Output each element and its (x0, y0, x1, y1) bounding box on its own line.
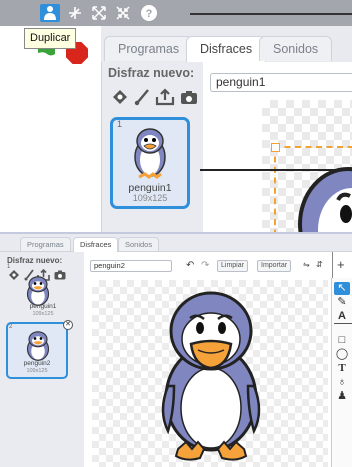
ellipse-tool-icon[interactable]: ◯ (334, 348, 350, 361)
select-tool-icon[interactable]: ↖ (334, 282, 350, 295)
penguin-art (156, 286, 266, 467)
paint-new-costume-icon[interactable] (8, 269, 20, 284)
costume-number: 1 (7, 264, 11, 270)
redo-icon[interactable]: ↷ (201, 260, 209, 271)
grow-icon[interactable] (90, 4, 108, 22)
set-center-icon[interactable]: + (337, 257, 345, 272)
pointer-line-horizontal (200, 169, 352, 171)
flip-horizontal-icon[interactable]: ⇋ (303, 260, 310, 269)
import-button[interactable]: Importar (257, 260, 292, 272)
costume-size: 109x125 (32, 311, 54, 317)
tab-costumes[interactable]: Disfraces (186, 36, 267, 63)
shrink-icon[interactable] (114, 4, 132, 22)
duplicate-icon[interactable] (40, 4, 60, 22)
tab-sounds[interactable]: Sonidos (118, 237, 160, 251)
resize-handle[interactable] (271, 143, 280, 152)
tab-sounds[interactable]: Sonidos (259, 36, 333, 61)
svg-text:?: ? (146, 8, 153, 20)
tooltip: Duplicar (24, 28, 77, 49)
paintbrush-icon[interactable] (134, 88, 150, 111)
costume-size: 109x125 (132, 193, 168, 203)
costume-number: 2 (9, 324, 13, 330)
cut-icon[interactable] (66, 4, 84, 22)
costume-name: penguin1 (29, 303, 57, 310)
tab-costumes[interactable]: Disfraces (73, 237, 119, 252)
fill-tool-icon[interactable]: ♁ (334, 376, 350, 389)
pointer-line (334, 323, 352, 324)
clear-button[interactable]: Limpiar (217, 260, 248, 272)
rectangle-tool-icon[interactable]: □ (334, 334, 350, 347)
costume-name-input[interactable]: penguin2 (90, 260, 172, 272)
line-tool-icon[interactable]: A (334, 310, 350, 323)
stamp-tool-icon[interactable]: ♟ (334, 390, 350, 403)
tab-programs[interactable]: Programas (20, 237, 71, 251)
pointer-line (190, 13, 352, 15)
costume-size: 109x125 (26, 368, 48, 374)
tab-programs[interactable]: Programas (104, 36, 194, 61)
flip-vertical-icon[interactable]: ⇵ (316, 260, 323, 269)
costume-name-input[interactable]: penguin1 (210, 73, 352, 92)
pencil-tool-icon[interactable]: ✎ (334, 296, 350, 309)
upload-costume-icon[interactable] (155, 88, 175, 111)
zoomed-view: ? Duplicar Programas Disfraces Sonidos D… (0, 0, 352, 232)
text-tool-icon[interactable]: T (334, 362, 350, 375)
help-icon[interactable]: ? (140, 4, 158, 22)
delete-costume-icon[interactable]: ✕ (63, 320, 73, 330)
full-view: Programas Disfraces Sonidos Disfraz nuev… (0, 234, 352, 467)
selection-box (274, 146, 352, 232)
costume-number: 1 (117, 119, 123, 129)
paint-new-costume-icon[interactable] (111, 88, 129, 111)
new-costume-label: Disfraz nuevo: (7, 256, 63, 265)
camera-icon[interactable] (54, 270, 66, 283)
new-costume-label: Disfraz nuevo: (108, 66, 195, 80)
costume-name: penguin2 (23, 360, 51, 367)
penguin-thumbnail (131, 127, 169, 184)
undo-icon[interactable]: ↶ (186, 260, 194, 271)
camera-icon[interactable] (180, 90, 198, 110)
